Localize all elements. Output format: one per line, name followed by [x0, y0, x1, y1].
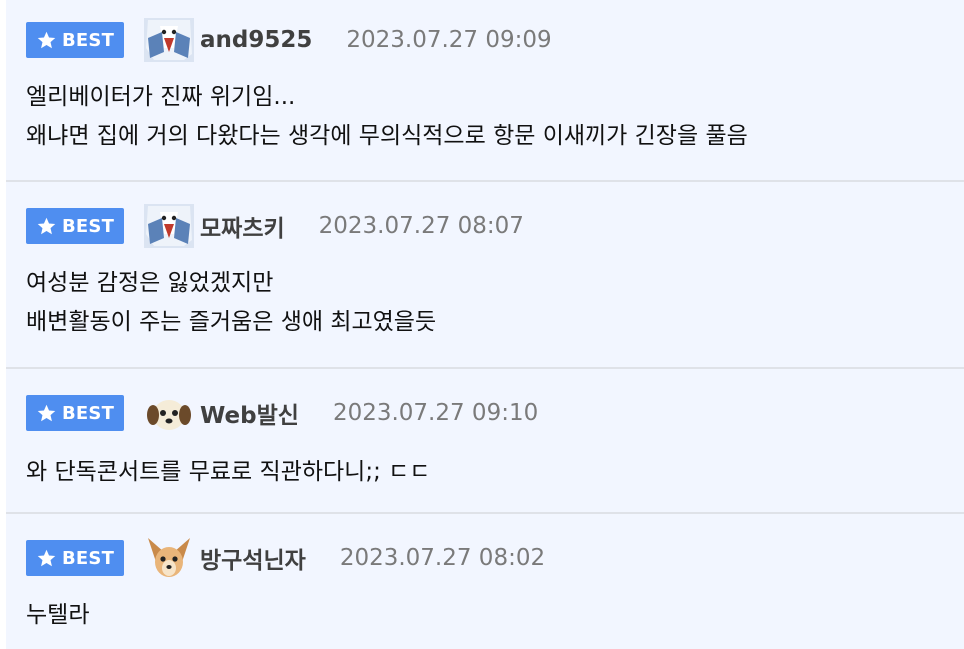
comment-item: BEST Web발신 2023.07.27 09:10 와 단독콘서트를 무료로…: [6, 369, 964, 512]
comment-date: 2023.07.27 08:02: [339, 545, 546, 571]
best-badge: BEST: [26, 22, 124, 58]
best-badge-label: BEST: [62, 29, 115, 51]
comment-body: 여성분 감정은 잃었겠지만 배변활동이 주는 즐거움은 생애 최고였을듯: [26, 264, 436, 342]
comment-text-line: 여성분 감정은 잃었겠지만: [26, 270, 274, 296]
best-badge-label: BEST: [62, 215, 115, 237]
comment-text-line: 엘리베이터가 진짜 위기임...: [26, 84, 296, 110]
comment-item: BEST 방구석닌자 2023.07.27 08:02 누텔라: [6, 514, 964, 649]
chihuahua-avatar-icon[interactable]: [144, 536, 194, 580]
comment-item: BEST 모짜츠키 2023.07.27 08:07 여성분 감정은 잃었겠지만…: [6, 182, 964, 367]
star-icon: [37, 31, 56, 48]
nickname-link[interactable]: and9525: [200, 27, 312, 53]
comment-header: BEST 모짜츠키 2023.07.27 08:07: [26, 204, 524, 248]
best-badge: BEST: [26, 540, 124, 576]
best-badge-label: BEST: [62, 402, 115, 424]
comment-date: 2023.07.27 09:09: [346, 27, 552, 53]
nickname-link[interactable]: 모짜츠키: [200, 209, 285, 243]
puppy-avatar-icon[interactable]: [144, 391, 194, 435]
comment-text-line: 왜냐면 집에 거의 다왔다는 생각에 무의식적으로 항문 이새끼가 긴장을 풀음: [26, 123, 748, 149]
star-icon: [37, 549, 56, 566]
nickname-link[interactable]: Web발신: [200, 396, 299, 430]
best-comment-list: BEST and9525 2023.07.27 09:09 엘리베이터가 진짜 …: [0, 0, 964, 649]
comment-text-line: 배변활동이 주는 즐거움은 생애 최고였을듯: [26, 309, 437, 335]
comment-item: BEST and9525 2023.07.27 09:09 엘리베이터가 진짜 …: [6, 0, 964, 180]
nickname-link[interactable]: 방구석닌자: [200, 541, 306, 575]
star-icon: [37, 217, 56, 234]
comment-date: 2023.07.27 08:07: [318, 213, 524, 239]
comment-body: 누텔라: [26, 596, 89, 635]
bird-avatar-icon[interactable]: [144, 18, 194, 62]
comment-body: 엘리베이터가 진짜 위기임... 왜냐면 집에 거의 다왔다는 생각에 무의식적…: [26, 78, 748, 156]
comment-text-line: 와 단독콘서트를 무료로 직관하다니;; ㄷㄷ: [26, 459, 431, 485]
star-icon: [37, 404, 56, 421]
comment-body: 와 단독콘서트를 무료로 직관하다니;; ㄷㄷ: [26, 453, 430, 492]
best-badge: BEST: [26, 395, 124, 431]
comment-header: BEST Web발신 2023.07.27 09:10: [26, 391, 538, 435]
comment-header: BEST 방구석닌자 2023.07.27 08:02: [26, 536, 545, 580]
bird-avatar-icon[interactable]: [144, 204, 194, 248]
best-badge: BEST: [26, 208, 124, 244]
comment-header: BEST and9525 2023.07.27 09:09: [26, 18, 552, 62]
comment-date: 2023.07.27 09:10: [332, 400, 539, 426]
comment-text-line: 누텔라: [26, 602, 90, 628]
best-badge-label: BEST: [62, 547, 115, 569]
